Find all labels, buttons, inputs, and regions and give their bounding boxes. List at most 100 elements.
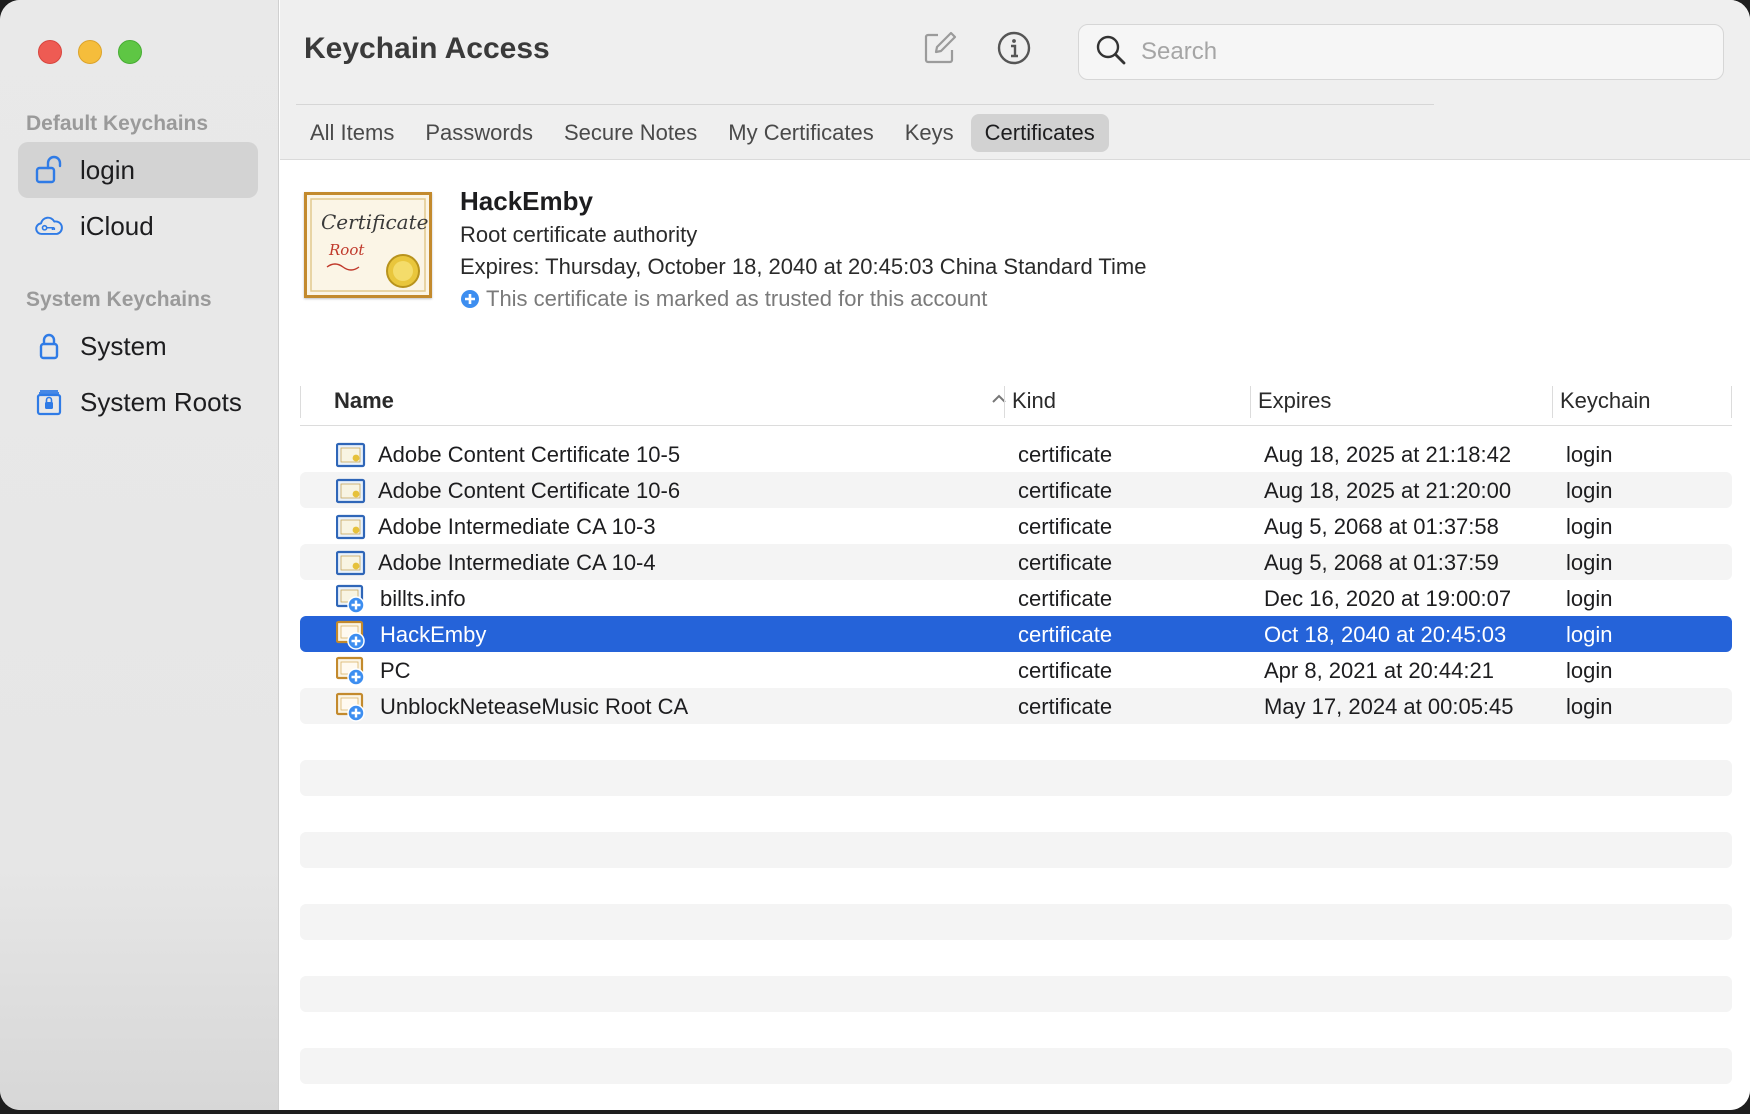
table-row[interactable]: Adobe Intermediate CA 10-4 certificate A…	[300, 544, 1732, 580]
row-name: Adobe Content Certificate 10-6	[378, 478, 681, 503]
empty-row-stripe	[300, 904, 1732, 940]
row-kind: certificate	[1018, 658, 1113, 683]
sidebar-item-label: System	[80, 330, 167, 361]
trust-text: This certificate is marked as trusted fo…	[486, 286, 988, 311]
empty-row-stripe	[300, 1048, 1732, 1084]
row-expires: Aug 18, 2025 at 21:18:42	[1264, 442, 1512, 467]
column-separator[interactable]	[1004, 386, 1005, 418]
system-keychains-header: System Keychains	[26, 288, 212, 311]
table-row[interactable]: billts.info certificate Dec 16, 2020 at …	[300, 580, 1732, 616]
row-kind: certificate	[1018, 550, 1113, 575]
trusted-root-cert-icon	[335, 620, 366, 650]
table-row[interactable]: PC certificate Apr 8, 2021 at 20:44:21 l…	[300, 652, 1732, 688]
sidebar-item-system[interactable]: System	[18, 318, 258, 374]
table-row[interactable]: Adobe Content Certificate 10-5 certifica…	[300, 436, 1732, 472]
row-expires: Aug 18, 2025 at 21:20:00	[1264, 478, 1512, 503]
sidebar: Default Keychains login iCloud System Ke…	[0, 0, 279, 1110]
row-expires: May 17, 2024 at 00:05:45	[1264, 694, 1514, 719]
column-header-expires[interactable]: Expires	[1258, 388, 1331, 414]
column-header-keychain[interactable]: Keychain	[1560, 388, 1651, 414]
row-keychain: login	[1566, 694, 1613, 719]
certificate-art-title: Certificate	[321, 210, 428, 234]
table-row[interactable]: Adobe Content Certificate 10-6 certifica…	[300, 472, 1732, 508]
search-field[interactable]: Search	[1078, 24, 1724, 80]
row-kind: certificate	[1018, 514, 1113, 539]
column-separator	[300, 386, 301, 418]
row-name: UnblockNeteaseMusic Root CA	[380, 694, 689, 719]
zoom-button[interactable]	[118, 40, 142, 64]
tab-divider	[296, 104, 1434, 105]
search-icon	[1095, 34, 1127, 71]
sidebar-item-login[interactable]: login	[18, 142, 258, 198]
empty-row-stripe	[300, 976, 1732, 1012]
intermediate-cert-icon	[335, 512, 366, 542]
empty-row-stripe	[300, 760, 1732, 796]
column-separator[interactable]	[1731, 386, 1732, 418]
sidebar-item-label: System Roots	[80, 386, 242, 417]
row-name: billts.info	[380, 586, 466, 611]
new-item-button[interactable]	[920, 30, 960, 70]
certificate-list: Adobe Content Certificate 10-5 certifica…	[300, 436, 1732, 724]
main-pane: Keychain Access Search All Items Passwor…	[280, 0, 1750, 1110]
row-name: Adobe Content Certificate 10-5	[378, 442, 681, 467]
table-header: Name Kind Expires Keychain	[300, 380, 1732, 426]
intermediate-cert-icon	[335, 476, 366, 506]
column-separator[interactable]	[1250, 386, 1251, 418]
compose-icon	[922, 30, 958, 71]
row-expires: Aug 5, 2068 at 01:37:59	[1264, 550, 1499, 575]
cabinet-lock-icon	[34, 387, 64, 417]
row-keychain: login	[1566, 586, 1613, 611]
sidebar-item-label: login	[80, 154, 135, 185]
search-input[interactable]: Search	[1141, 38, 1217, 66]
window-title: Keychain Access	[304, 32, 550, 65]
minimize-button[interactable]	[78, 40, 102, 64]
table-row[interactable]: Adobe Intermediate CA 10-3 certificate A…	[300, 508, 1732, 544]
column-header-name[interactable]: Name	[334, 388, 394, 414]
tab-my-certificates[interactable]: My Certificates	[714, 114, 887, 152]
row-keychain: login	[1566, 658, 1613, 683]
trusted-plus-icon	[460, 289, 480, 309]
toolbar: Keychain Access Search All Items Passwor…	[280, 0, 1750, 160]
empty-row-stripe	[300, 832, 1732, 868]
row-keychain: login	[1566, 514, 1613, 539]
table-row[interactable]: UnblockNeteaseMusic Root CA certificate …	[300, 688, 1732, 724]
row-expires: Apr 8, 2021 at 20:44:21	[1264, 658, 1494, 683]
sidebar-item-label: iCloud	[80, 210, 154, 241]
row-keychain: login	[1566, 442, 1613, 467]
icloud-key-icon	[34, 211, 64, 241]
column-separator[interactable]	[1552, 386, 1553, 418]
column-header-kind[interactable]: Kind	[1012, 388, 1056, 414]
row-kind: certificate	[1018, 586, 1113, 611]
row-keychain: login	[1566, 550, 1613, 575]
row-expires: Dec 16, 2020 at 19:00:07	[1264, 586, 1512, 611]
row-keychain: login	[1566, 622, 1613, 647]
row-name: Adobe Intermediate CA 10-4	[378, 550, 656, 575]
get-info-button[interactable]	[994, 30, 1034, 70]
keychain-window: Default Keychains login iCloud System Ke…	[0, 0, 1750, 1110]
row-expires: Aug 5, 2068 at 01:37:58	[1264, 514, 1499, 539]
trusted-root-cert-icon	[335, 656, 366, 686]
table-row-selected[interactable]: HackEmby certificate Oct 18, 2040 at 20:…	[300, 616, 1732, 652]
tab-certificates[interactable]: Certificates	[970, 114, 1109, 152]
row-expires: Oct 18, 2040 at 20:45:03	[1264, 622, 1507, 647]
sidebar-item-icloud[interactable]: iCloud	[18, 198, 258, 254]
default-keychains-header: Default Keychains	[26, 112, 209, 135]
row-kind: certificate	[1018, 442, 1113, 467]
intermediate-cert-icon	[335, 440, 366, 470]
sidebar-item-system-roots[interactable]: System Roots	[18, 374, 258, 430]
unlocked-padlock-icon	[34, 155, 64, 185]
sort-ascending-icon	[990, 390, 1008, 413]
tab-all-items[interactable]: All Items	[296, 114, 408, 152]
certificate-image: Certificate Root	[304, 192, 432, 298]
row-name: HackEmby	[380, 622, 487, 647]
padlock-icon	[34, 331, 64, 361]
tab-secure-notes[interactable]: Secure Notes	[550, 114, 711, 152]
detail-kind: Root certificate authority	[460, 222, 698, 247]
info-icon	[996, 30, 1032, 71]
row-kind: certificate	[1018, 622, 1113, 647]
detail-trust: This certificate is marked as trusted fo…	[460, 286, 987, 312]
tab-keys[interactable]: Keys	[891, 114, 968, 152]
tab-passwords[interactable]: Passwords	[411, 114, 547, 152]
close-button[interactable]	[38, 40, 62, 64]
row-kind: certificate	[1018, 694, 1113, 719]
